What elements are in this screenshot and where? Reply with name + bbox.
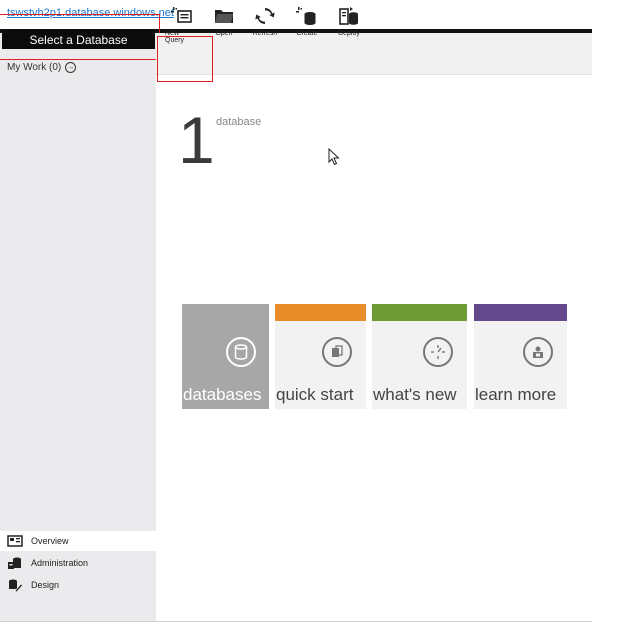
administration-icon [8, 557, 21, 569]
deploy-button[interactable]: Deploy [337, 6, 361, 37]
arrow-right-circle-icon: → [65, 62, 77, 73]
refresh-button[interactable]: Refresh [252, 6, 278, 37]
open-button[interactable]: Open [212, 6, 236, 37]
whats-new-icon [423, 337, 453, 367]
tile-databases[interactable]: databases [182, 304, 269, 409]
new-query-button[interactable]: New Query [165, 6, 199, 44]
nav-item-administration[interactable]: Administration [0, 553, 156, 573]
new-query-icon [171, 7, 192, 23]
folder-icon [215, 10, 233, 23]
tile-quick-start[interactable]: quick start [275, 304, 366, 409]
toolbar [156, 33, 592, 75]
quick-start-icon [322, 337, 352, 367]
tile-learn-more[interactable]: learn more [474, 304, 567, 409]
nav-item-overview[interactable]: Overview [0, 531, 156, 551]
refresh-icon [255, 8, 275, 24]
deploy-label: Deploy [338, 30, 360, 37]
select-database-button[interactable]: Select a Database [2, 30, 155, 49]
tile-quick-start-label: quick start [276, 385, 354, 404]
open-label: Open [215, 30, 233, 37]
create-button[interactable]: Create [295, 6, 319, 37]
refresh-label: Refresh [252, 30, 278, 37]
tile-databases-label: databases [183, 385, 262, 404]
nav-overview-label: Overview [31, 536, 69, 546]
server-name-link[interactable]: tswstvh2p1.database.windows.net [7, 7, 174, 19]
my-work-link[interactable]: My Work (0) → [7, 62, 77, 73]
database-count: 1 [178, 103, 215, 177]
overview-icon [7, 535, 23, 547]
nav-administration-label: Administration [31, 558, 89, 568]
bottom-divider [0, 621, 592, 622]
nav-design-label: Design [31, 580, 60, 590]
nav-item-design[interactable]: Design [0, 575, 156, 595]
new-query-label: New Query [165, 30, 185, 44]
tile-learn-more-label: learn more [475, 385, 557, 404]
learn-more-icon [523, 337, 553, 367]
my-work-label: My Work (0) [7, 62, 62, 73]
deploy-icon [339, 7, 358, 25]
database-count-label: database [216, 116, 262, 128]
design-icon [9, 579, 23, 592]
database-icon [226, 337, 256, 367]
tile-learn-more-color-bar [474, 304, 567, 321]
create-database-icon [296, 7, 316, 25]
mouse-pointer-icon [328, 148, 340, 166]
tile-whats-new[interactable]: what's new [372, 304, 467, 409]
create-label: Create [296, 30, 318, 37]
tile-quick-start-color-bar [275, 304, 366, 321]
tile-whats-new-label: what's new [373, 385, 457, 404]
tile-whats-new-color-bar [372, 304, 467, 321]
